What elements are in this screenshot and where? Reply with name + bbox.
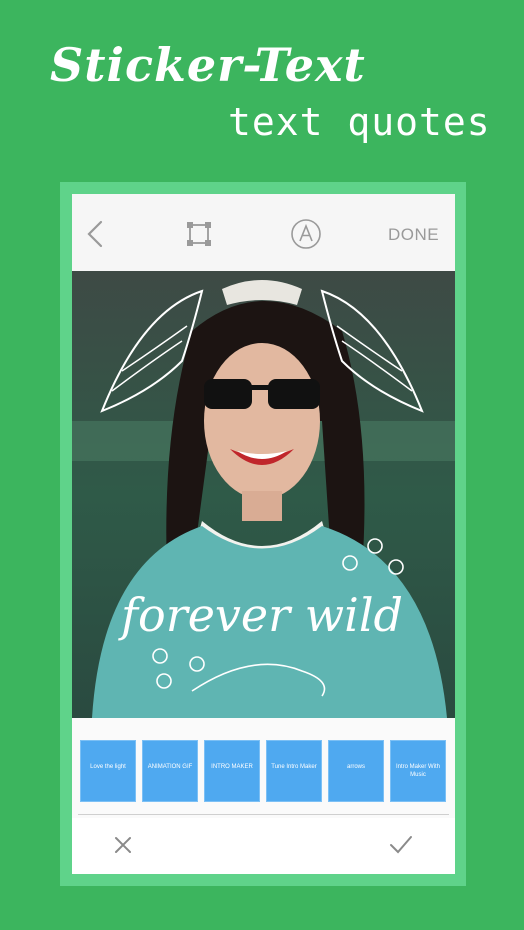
crop-frame-icon: [187, 222, 211, 246]
top-toolbar: DONE: [72, 194, 455, 271]
cancel-button[interactable]: [112, 834, 134, 856]
font-button[interactable]: [290, 218, 322, 250]
app-screen: DONE forever wild Love the light ANIMATI…: [72, 194, 455, 874]
sticker-thumb[interactable]: Intro Maker With Music: [390, 740, 446, 802]
sticker-label: Tune Intro Maker: [271, 764, 317, 770]
overlay-quote-text: forever wild: [118, 588, 403, 642]
photo-canvas[interactable]: forever wild: [72, 271, 455, 718]
done-button[interactable]: DONE: [388, 225, 439, 245]
chevron-left-icon: [87, 220, 103, 248]
headline-title: Sticker-Text: [50, 38, 366, 92]
close-icon: [115, 837, 131, 853]
sticker-label: ANIMATION GIF: [147, 764, 193, 770]
crop-button[interactable]: [186, 221, 212, 247]
photo-image: forever wild: [72, 271, 455, 718]
sticker-thumb[interactable]: Love the light: [80, 740, 136, 802]
checkmark-icon: [390, 836, 412, 854]
circled-a-icon: [291, 219, 321, 249]
headline-subtitle: text quotes: [228, 100, 491, 144]
sticker-thumb[interactable]: arrows: [328, 740, 384, 802]
sticker-label: arrows: [346, 764, 365, 770]
sticker-thumb[interactable]: INTRO MAKER: [204, 740, 260, 802]
sticker-label: Intro Maker With Music: [395, 764, 440, 778]
sticker-thumb[interactable]: Tune Intro Maker: [266, 740, 322, 802]
sticker-thumb[interactable]: ANIMATION GIF: [142, 740, 198, 802]
promo-headline: Sticker-Text text quotes: [0, 0, 524, 170]
divider: [78, 814, 449, 815]
back-button[interactable]: [84, 220, 108, 248]
confirm-button[interactable]: [388, 834, 414, 856]
sticker-label: Love the light: [90, 764, 126, 770]
sticker-picker: Love the light ANIMATION GIF INTRO MAKER…: [72, 718, 455, 818]
sticker-label: INTRO MAKER: [211, 764, 253, 770]
